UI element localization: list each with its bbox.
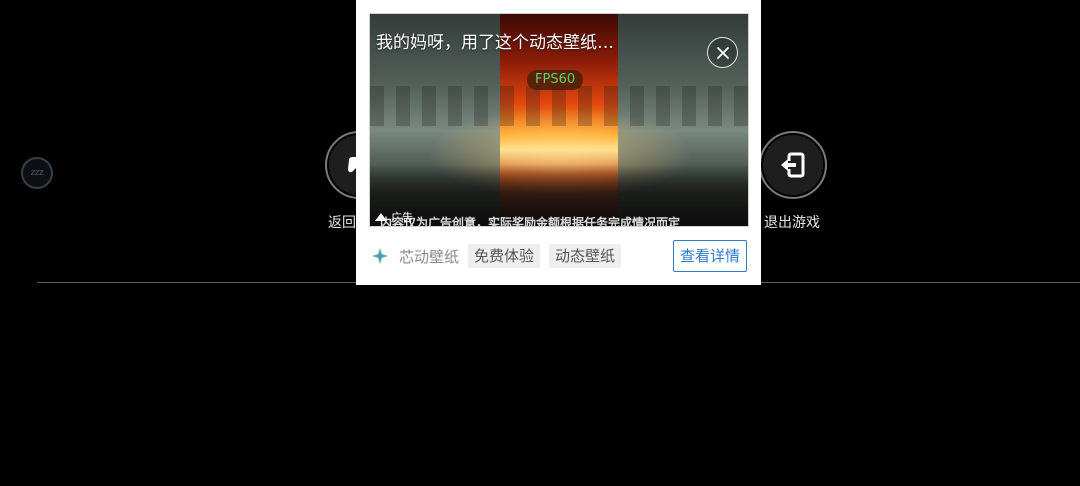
ad-dialog[interactable]: 我的妈呀，用了这个动态壁纸… FPS60 内容仅为广告创意，实际奖励金额根据任务… [356,0,761,285]
ad-tag-label: 广告 [391,211,413,224]
ad-scene-clouds [370,86,748,126]
ad-close-button[interactable] [707,37,738,68]
tag-chip: 免费体验 [468,244,541,268]
return-game-label: 返回 [328,215,356,231]
exit-game-button[interactable] [759,131,827,199]
view-details-button[interactable]: 查看详情 [672,240,747,272]
ad-title: 我的妈呀，用了这个动态壁纸… [376,33,614,53]
tag-chip: 动态壁纸 [549,244,622,268]
close-icon [716,46,729,59]
fps-badge: FPS60 [527,70,584,90]
exit-game-label: 退出游戏 [764,215,820,231]
game-pause-screen: zzz 返回 退出游戏 我的妈呀，用了这个动态壁纸… FPS60 内容仅为广告创… [0,0,1080,486]
exit-icon [781,152,805,178]
ad-footer: 芯动壁纸 免费体验 动态壁纸 查看详情 [369,240,747,272]
ad-video-preview[interactable]: 我的妈呀，用了这个动态壁纸… FPS60 内容仅为广告创意，实际奖励金额根据任务… [369,13,749,227]
sleep-button[interactable]: zzz [21,157,53,189]
ad-platform-icon [375,213,387,221]
sleep-label: zzz [30,168,44,178]
brand-logo-icon [369,245,391,267]
brand-name: 芯动壁纸 [399,247,460,266]
ad-caption: 内容仅为广告创意，实际奖励金额根据任务完成情况而定 [380,216,681,226]
ad-tag: 广告 [374,209,413,225]
